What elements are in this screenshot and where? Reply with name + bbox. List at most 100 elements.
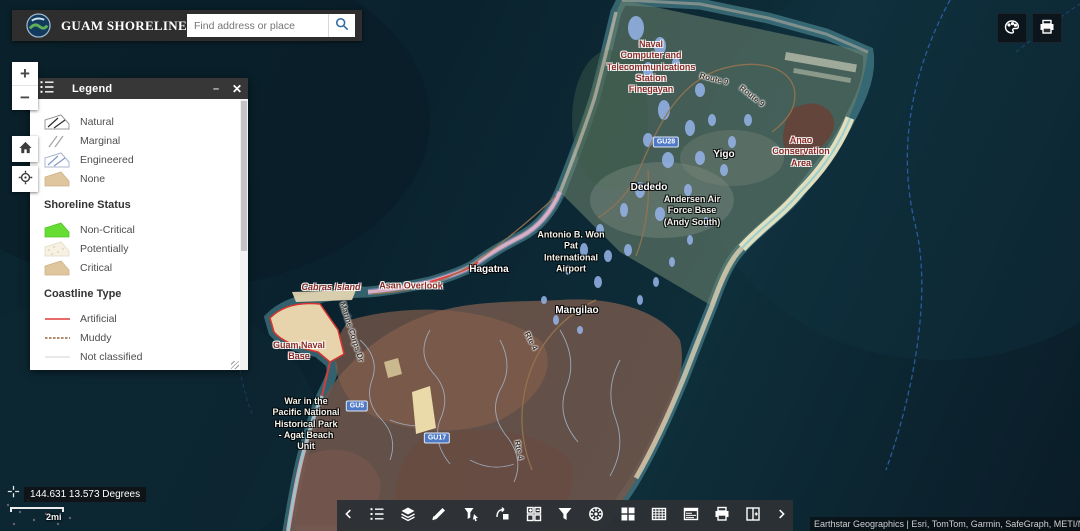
map-label: Naval Computer and Telecommunications St… [607,39,696,95]
legend-swatch-line-dark [44,368,71,371]
legend-minimize-button[interactable]: – [206,83,226,95]
legend-item-label: Artificial [80,313,117,325]
route-shield: GU5 [346,401,368,412]
layers-icon [400,506,416,525]
select-icon [463,506,479,525]
route-shield: GU28 [653,137,679,148]
zoom-out-button[interactable]: − [12,86,38,110]
legend-panel: Legend – ✕ Natural Marginal Engineered None… [30,78,248,370]
chevron-left-icon [342,507,356,524]
legend-item-label: Rocky [80,370,109,371]
legend-item: Non-Critical [44,220,240,239]
map-label: War in the Pacific National Historical P… [272,396,339,452]
tool-basemap-gallery-button[interactable] [612,500,643,531]
tool-attribute-table-button[interactable] [644,500,675,531]
legend-list-icon [39,79,55,98]
legend-item: Not classified [44,347,240,366]
tool-report-button[interactable] [675,500,706,531]
tool-layers-button[interactable] [392,500,423,531]
legend-close-button[interactable]: ✕ [226,82,248,96]
search-input[interactable] [187,14,328,37]
route-shield: GU17 [424,433,450,444]
tool-select-button[interactable] [455,500,486,531]
legend-swatch-fill-speckle [44,241,71,257]
widget-toolbar [337,500,793,531]
legend-section-heading: Coastline Type [44,288,240,300]
chevron-left-button[interactable] [337,500,361,531]
locate-button[interactable] [12,166,38,192]
palette-icon [1004,19,1020,38]
legend-swatch-fill-tan [44,260,71,276]
basemap-gallery-icon [620,506,636,525]
legend-item-label: Critical [80,262,112,274]
map-label: Antonio B. Won Pat International Airport [537,230,604,275]
legend-swatch-fill-green [44,222,71,238]
legend-swatch-fill-tan [44,171,71,187]
add-data-icon [526,506,542,525]
globe-logo-icon [26,13,51,38]
home-button[interactable] [12,136,38,162]
map-label: Asan Overlook [379,280,443,291]
legend-body: Natural Marginal Engineered None Shoreline S… [30,99,240,370]
tool-draw-button[interactable] [424,500,455,531]
attribute-table-icon [651,506,667,525]
map-attribution: Earthstar Geographics | Esri, TomTom, Ga… [810,517,1080,531]
draw-icon [431,506,447,525]
legend-resize-handle[interactable] [231,361,239,369]
tool-legend-button[interactable] [361,500,392,531]
map-label: Cabras Island [301,282,360,292]
tool-add-data-button[interactable] [518,500,549,531]
legend-swatch-line-light [44,349,71,365]
legend-item: Natural [44,112,240,131]
legend-item-label: Natural [80,116,114,128]
search-button[interactable] [328,14,355,37]
palette-button[interactable] [997,13,1027,43]
legend-item: Muddy [44,328,240,347]
legend-swatch-line-dash-brown [44,330,71,346]
tool-filter-button[interactable] [549,500,580,531]
legend-swatch-line-red [44,311,71,327]
legend-item: Potentially [44,239,240,258]
tool-bookmark-button[interactable] [738,500,769,531]
legend-panel-title: Legend [72,83,112,95]
legend-section-heading: Shoreline Status [44,199,240,211]
print-icon [1039,19,1055,38]
print-button[interactable] [1032,13,1062,43]
map-label: Dededo [631,182,668,194]
search-box [187,14,355,37]
legend-item-label: Potentially [80,243,128,255]
map-label: Mangilao [555,305,598,317]
chevron-right-button[interactable] [769,500,793,531]
legend-swatch-hatch-thin [44,133,71,149]
zoom-control: + − [12,62,38,110]
legend-item-label: Not classified [80,351,142,363]
legend-item: Rocky [44,366,240,370]
coordinates-readout: 144.631 13.573 Degrees [7,485,146,503]
legend-item-label: Engineered [80,154,134,166]
report-icon [683,506,699,525]
print-icon [714,506,730,525]
legend-item-label: Non-Critical [80,224,135,236]
tool-swipe-button[interactable] [487,500,518,531]
legend-icon [369,506,385,525]
legend-item-label: Muddy [80,332,112,344]
tool-near-me-button[interactable] [581,500,612,531]
bookmark-icon [745,506,761,525]
zoom-in-button[interactable]: + [12,62,38,86]
crosshair-icon[interactable] [7,485,20,503]
coordinates-value: 144.631 13.573 Degrees [24,487,146,502]
legend-swatch-hatch-dark [44,114,71,130]
legend-item-label: None [80,173,105,185]
locate-icon [18,170,33,188]
map-label: Guam Naval Base [273,340,325,363]
tool-print-button[interactable] [706,500,737,531]
map-label: Anao Conservation Area [772,135,830,169]
legend-scroll-thumb[interactable] [241,101,247,251]
legend-item-label: Marginal [80,135,120,147]
search-icon [335,17,349,34]
legend-scrollbar[interactable] [240,99,248,370]
swipe-icon [494,506,510,525]
legend-panel-header[interactable]: Legend – ✕ [30,78,248,99]
legend-swatch-hatch-blue [44,152,71,168]
app-header: GUAM SHORELINE ATLAS [12,10,362,41]
